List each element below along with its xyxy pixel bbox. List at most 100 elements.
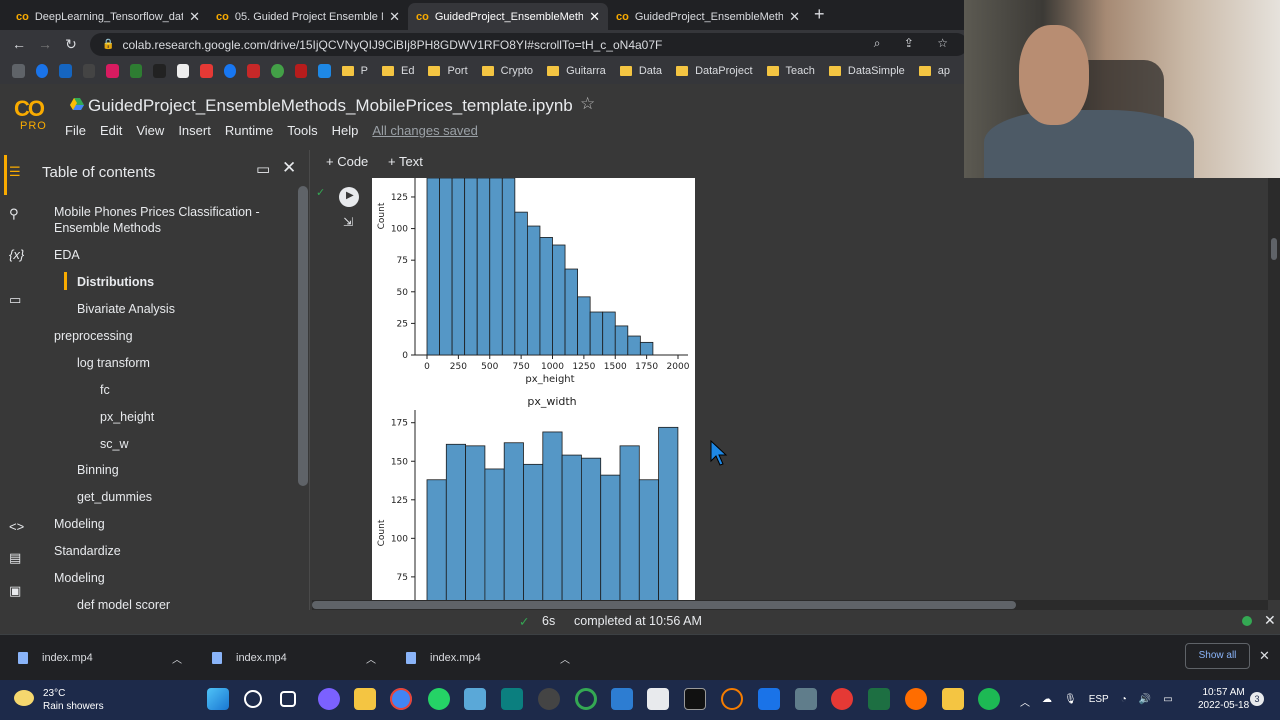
toc-item[interactable]: Standardize <box>54 543 121 559</box>
clock[interactable]: 10:57 AM 2022-05-18 <box>1198 686 1249 712</box>
browser-tab[interactable]: co 05. Guided Project Ensemble Me ✕ <box>208 3 408 30</box>
app-icon[interactable] <box>575 688 597 710</box>
whatsapp-icon[interactable] <box>428 688 450 710</box>
bookmark-icon[interactable] <box>294 64 308 78</box>
app-icon[interactable] <box>538 688 560 710</box>
chrome-icon[interactable] <box>390 688 412 710</box>
bookmark-folder[interactable]: Guitarra <box>547 65 606 77</box>
wifi-icon[interactable]: ◔ <box>1121 694 1127 709</box>
download-item[interactable]: index.mp4 ︿ <box>406 635 586 681</box>
facebook-icon[interactable] <box>223 64 237 78</box>
code-snippets-icon[interactable]: <> <box>9 519 24 534</box>
browser-tab[interactable]: coDeepLearning_Tensorflow_datage✕ <box>8 3 208 30</box>
chat-icon[interactable] <box>318 688 340 710</box>
volume-icon[interactable]: 🔊 <box>1139 694 1151 709</box>
toc-item[interactable]: fc <box>100 382 110 398</box>
close-tab-icon[interactable]: ✕ <box>189 9 200 25</box>
toc-item[interactable]: EDA <box>54 247 80 263</box>
pycharm-icon[interactable] <box>501 688 523 710</box>
colab-logo[interactable]: CO <box>14 96 54 122</box>
toc-icon[interactable]: ☰ <box>9 164 21 180</box>
app-icon[interactable] <box>721 688 743 710</box>
close-icon[interactable]: ✕ <box>282 158 296 178</box>
excel-icon[interactable] <box>868 688 890 710</box>
chevron-up-icon[interactable]: ︿ <box>560 651 570 666</box>
calculator-icon[interactable] <box>795 688 817 710</box>
app-icon[interactable] <box>831 688 853 710</box>
toc-item[interactable]: Ensemble Methods <box>54 220 161 236</box>
menu-runtime[interactable]: Runtime <box>225 123 273 138</box>
open-tab-icon[interactable]: ▭ <box>256 160 270 178</box>
close-tab-icon[interactable]: ✕ <box>389 9 400 25</box>
bookmark-icon[interactable] <box>12 64 25 78</box>
bookmark-folder[interactable]: Data <box>619 65 662 77</box>
bookmark-icon[interactable] <box>271 64 284 78</box>
app-icon[interactable] <box>905 688 927 710</box>
notebook-vertical-scrollbar[interactable] <box>1268 178 1280 600</box>
save-status-link[interactable]: All changes saved <box>372 123 478 138</box>
menu-file[interactable]: File <box>65 123 86 138</box>
back-icon[interactable]: ← <box>6 36 32 52</box>
close-icon[interactable]: ✕ <box>1264 612 1276 629</box>
bookmark-folder[interactable]: DataSimple <box>828 65 905 77</box>
bookmark-folder[interactable]: P <box>341 65 368 77</box>
toc-item[interactable]: def model scorer <box>77 597 170 609</box>
bookmark-icon[interactable] <box>106 64 119 78</box>
chevron-up-icon[interactable]: ︿ <box>172 651 182 666</box>
bookmark-icon[interactable] <box>318 64 331 78</box>
search-icon[interactable]: ⚲ <box>9 206 19 222</box>
terminal-icon[interactable] <box>684 688 706 710</box>
menu-help[interactable]: Help <box>332 123 359 138</box>
bookmark-folder[interactable]: Crypto <box>481 65 533 77</box>
new-tab-button[interactable]: + <box>814 4 825 25</box>
menu-insert[interactable]: Insert <box>178 123 211 138</box>
bookmark-icon[interactable] <box>153 64 166 78</box>
url-field[interactable]: 🔒 colab.research.google.com/drive/15IjQC… <box>90 33 968 56</box>
drive-icon[interactable] <box>70 98 84 110</box>
toc-item[interactable]: get_dummies <box>77 489 152 505</box>
language-indicator[interactable]: ESP <box>1089 694 1109 709</box>
toc-item[interactable]: Binning <box>77 462 119 478</box>
toc-item[interactable]: Modeling <box>54 570 105 586</box>
toc-scrollbar[interactable] <box>298 186 308 486</box>
toc-item[interactable]: px_height <box>100 409 154 425</box>
toc-item[interactable]: Modeling <box>54 516 105 532</box>
browser-tab-active[interactable]: co GuidedProject_EnsembleMethod ✕ <box>408 3 608 30</box>
cloud-icon[interactable]: ☁ <box>1042 694 1052 709</box>
bookmark-folder[interactable]: ap <box>918 65 950 77</box>
youtube-icon[interactable] <box>200 64 213 78</box>
zoom-icon[interactable]: ⌕ ⇪ ☆ <box>874 36 958 51</box>
download-item[interactable]: index.mp4 ︿ <box>18 635 198 681</box>
microphone-icon[interactable]: 🎙 <box>1064 694 1077 709</box>
task-view-icon[interactable] <box>280 691 296 707</box>
command-palette-icon[interactable]: ▤ <box>9 550 21 566</box>
notification-badge[interactable]: 3 <box>1250 692 1264 706</box>
windows-start-icon[interactable] <box>207 688 229 710</box>
menu-view[interactable]: View <box>136 123 164 138</box>
vscode-icon[interactable] <box>758 688 780 710</box>
chevron-up-icon[interactable]: ︿ <box>366 651 376 666</box>
chevron-up-icon[interactable]: ︿ <box>1020 694 1030 709</box>
app-icon[interactable] <box>611 688 633 710</box>
add-code-button[interactable]: + Code <box>326 154 368 169</box>
notebook-title[interactable]: GuidedProject_EnsembleMethods_MobilePric… <box>88 96 573 116</box>
bookmark-icon[interactable] <box>82 64 96 78</box>
files-icon[interactable]: ▭ <box>9 292 21 308</box>
horizontal-scroll-thumb[interactable] <box>312 601 1016 609</box>
output-actions-icon[interactable]: ⇲ <box>343 215 353 229</box>
bookmark-folder[interactable]: Teach <box>766 65 815 77</box>
browser-tab[interactable]: co GuidedProject_EnsembleMethod ✕ <box>608 3 808 30</box>
show-all-button[interactable]: Show all <box>1185 643 1250 669</box>
bookmark-folder[interactable]: Ed <box>382 65 414 77</box>
scroll-thumb[interactable] <box>1271 238 1277 260</box>
search-icon[interactable] <box>244 690 262 708</box>
close-tab-icon[interactable]: ✕ <box>789 9 800 25</box>
spotify-icon[interactable] <box>978 688 1000 710</box>
sticky-notes-icon[interactable] <box>942 688 964 710</box>
snipping-icon[interactable] <box>647 688 669 710</box>
file-explorer-icon[interactable] <box>354 688 376 710</box>
close-icon[interactable]: ✕ <box>1259 648 1270 664</box>
bookmark-icon[interactable] <box>35 64 49 78</box>
bookmark-icon[interactable] <box>129 64 143 78</box>
weather-widget[interactable]: 23°C Rain showers <box>43 687 104 713</box>
